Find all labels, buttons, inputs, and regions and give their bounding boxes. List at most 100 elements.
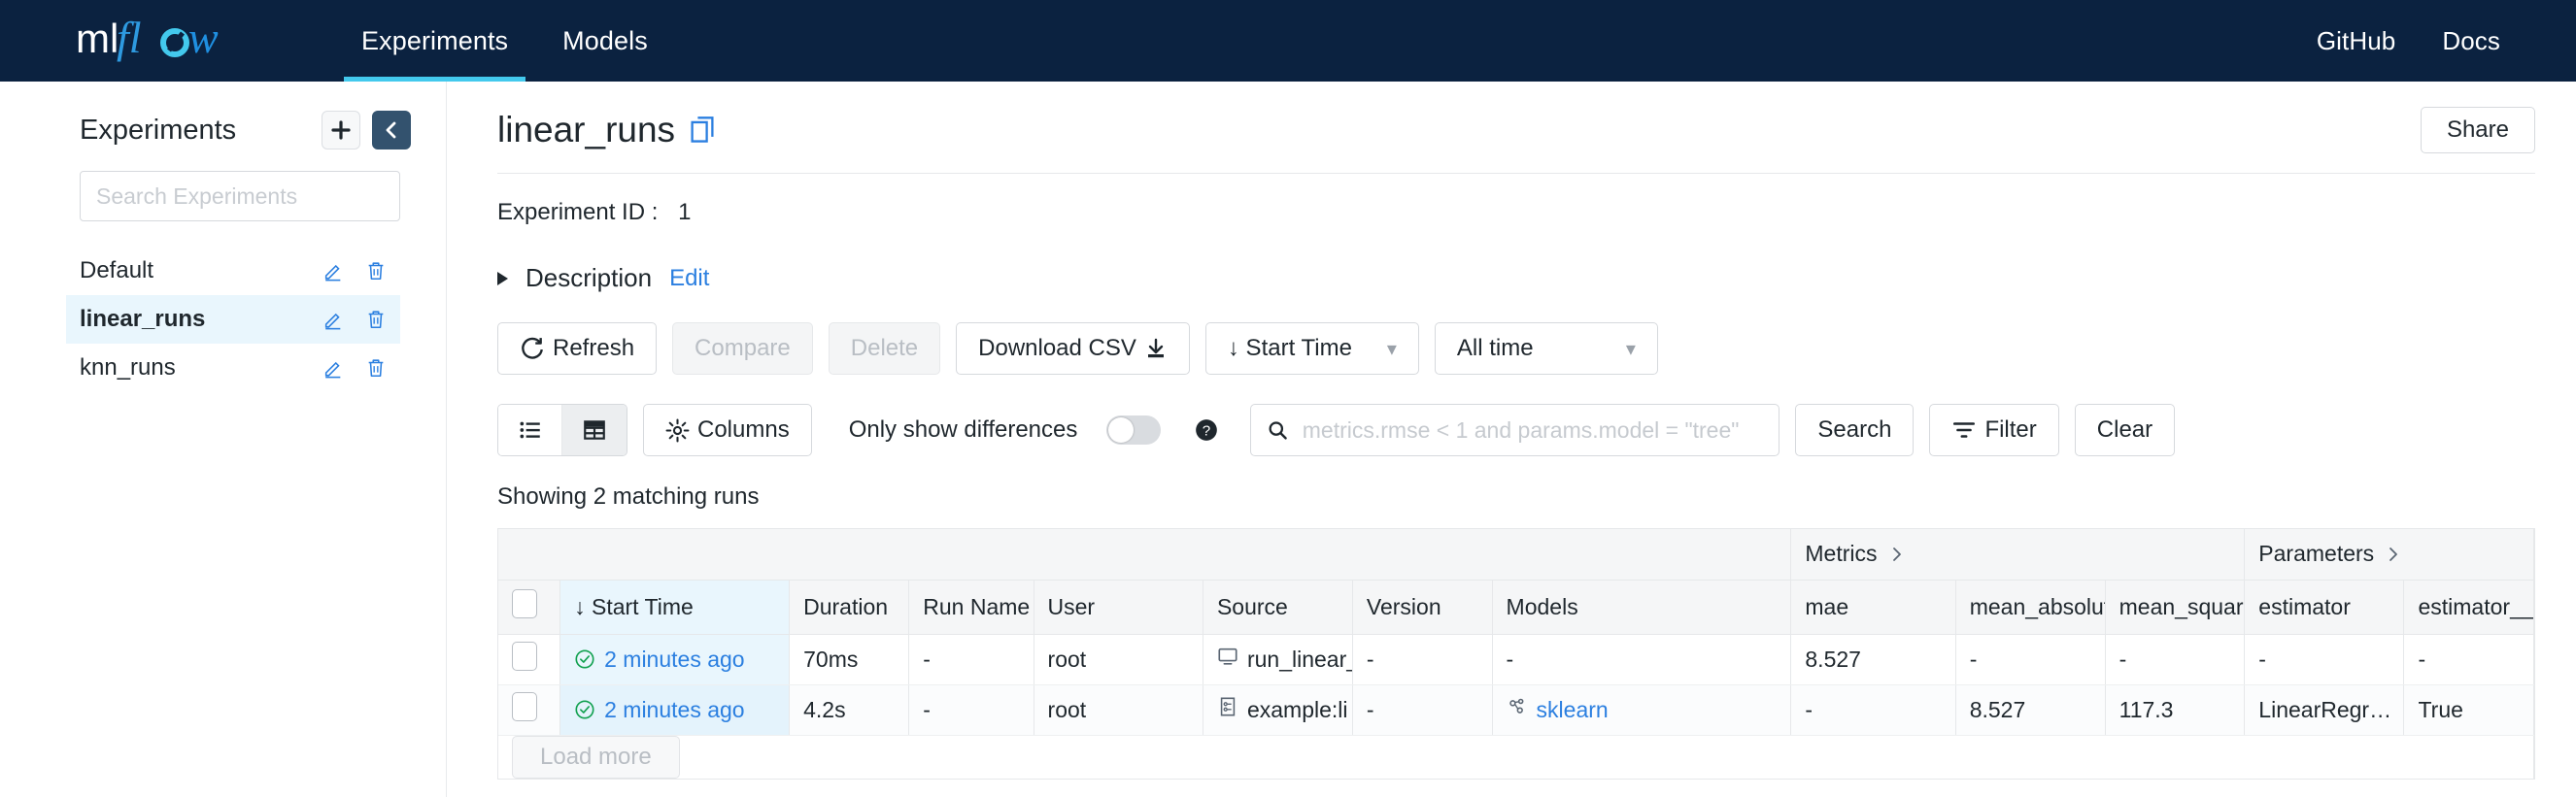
cell-mae: 8.527 [1790,634,1956,685]
sort-select-value: ↓ Start Time [1227,335,1352,361]
experiment-row-actions [322,260,387,282]
chevron-right-icon [1892,547,1901,561]
column-header-duration[interactable]: Duration [789,580,910,635]
monitor-icon [1217,646,1238,673]
share-button[interactable]: Share [2420,107,2535,153]
matching-runs-count: Showing 2 matching runs [497,483,760,510]
table-row[interactable]: 2 minutes ago 70ms - root run_linear_ - … [498,634,2534,685]
table-row[interactable]: 2 minutes ago 4.2s - root example:li - s… [498,684,2534,736]
sort-select[interactable]: ↓ Start Time ▾ [1204,322,1419,375]
cell-version: - [1352,684,1493,736]
column-header-source[interactable]: Source [1203,580,1353,635]
only-show-differences-toggle[interactable] [1106,415,1162,445]
column-header-estimator-c[interactable]: estimator__c [2403,580,2534,635]
nav-link-docs[interactable]: Docs [2424,26,2518,56]
question-circle-icon: ? [1196,419,1218,441]
compare-button[interactable]: Compare [672,322,813,375]
column-header-models[interactable]: Models [1492,580,1792,635]
trash-icon [368,311,384,329]
description-row: Description Edit [497,263,2576,293]
row-checkbox[interactable] [512,642,537,671]
expand-description-caret-icon[interactable] [497,271,508,285]
experiment-search-input[interactable] [94,182,386,211]
download-csv-button[interactable]: Download CSV [956,322,1190,375]
column-header-mae[interactable]: mae [1790,580,1956,635]
list-view-button[interactable] [498,405,562,455]
nav-link-github-label: GitHub [2316,25,2396,55]
refresh-button[interactable]: Refresh [497,322,658,375]
copy-experiment-name-button[interactable] [689,116,716,145]
cell-mean-squared: - [2105,634,2246,685]
delete-runs-button-label: Delete [850,335,919,361]
time-filter-select-value: All time [1456,335,1534,361]
copy-icon [691,116,714,143]
run-start-time-link[interactable]: 2 minutes ago [604,697,744,723]
column-group-parameters[interactable]: Parameters [2244,529,2534,581]
column-header-estimator[interactable]: estimator [2244,580,2405,635]
columns-button[interactable]: Columns [643,404,812,456]
runs-search-input[interactable] [1300,415,1764,445]
column-header-start-time[interactable]: ↓ Start Time [559,580,791,635]
refresh-button-label: Refresh [553,335,635,361]
create-experiment-button[interactable] [322,111,360,149]
run-start-time-link[interactable]: 2 minutes ago [604,647,744,673]
download-icon [1147,338,1164,358]
filter-button[interactable]: Filter [1929,404,2059,456]
nav-link-models[interactable]: Models [545,0,665,82]
collapse-sidebar-button[interactable] [372,111,411,149]
column-header-user[interactable]: User [1034,580,1203,635]
mlflow-logo[interactable]: ml fl w [76,0,280,82]
edit-experiment-icon[interactable] [322,260,344,282]
experiment-list-item-default[interactable]: Default [66,247,400,295]
experiment-list-item-linear-runs[interactable]: linear_runs [66,295,400,344]
select-all-checkbox[interactable] [512,589,537,618]
help-icon[interactable]: ? [1194,417,1219,443]
edit-description-link[interactable]: Edit [669,265,709,292]
delete-experiment-icon[interactable] [365,260,387,282]
trash-icon [368,262,384,281]
runs-search-box[interactable] [1250,404,1780,456]
edit-experiment-icon[interactable] [322,357,344,379]
cell-mean-absolute: 8.527 [1955,684,2106,736]
status-success-icon [574,699,595,720]
column-group-metrics[interactable]: Metrics [1790,529,2246,581]
nav-link-github[interactable]: GitHub [2299,26,2414,56]
cell-user: root [1034,684,1203,736]
column-header-mean-squared[interactable]: mean_squared [2105,580,2246,635]
cell-models: - [1492,634,1792,685]
delete-runs-button[interactable]: Delete [828,322,941,375]
experiment-name: linear_runs [80,306,206,332]
chevron-down-icon: ▾ [1386,338,1397,360]
filter-icon [1953,422,1976,438]
column-header-mean-absolute[interactable]: mean_absolute [1955,580,2106,635]
cell-estimator: - [2244,634,2405,685]
experiment-name: Default [80,257,154,283]
primary-nav: Experiments Models [334,0,675,82]
gear-icon [665,418,690,442]
row-select-cell [498,634,561,685]
row-checkbox[interactable] [512,692,537,721]
nav-link-models-label: Models [562,25,648,55]
experiment-list-item-knn-runs[interactable]: knn_runs [66,344,400,392]
column-header-version[interactable]: Version [1352,580,1493,635]
header-divider [497,173,2535,174]
search-button[interactable]: Search [1795,404,1915,456]
sidebar-actions [322,111,411,149]
experiment-search-box[interactable] [80,171,400,221]
experiment-row-actions [322,357,387,379]
nav-link-experiments[interactable]: Experiments [344,0,526,82]
load-more-button[interactable]: Load more [512,735,680,778]
cell-models-link[interactable]: sklearn [1537,697,1609,723]
chevron-right-icon [2390,547,2398,561]
table-view-button[interactable] [562,405,627,455]
time-filter-select[interactable]: All time ▾ [1434,322,1658,375]
clear-button[interactable]: Clear [2074,404,2176,456]
pencil-icon [324,313,341,330]
experiment-main-panel: linear_runs Share Experiment ID : 1 Desc… [447,82,2576,797]
column-header-run-name[interactable]: Run Name [908,580,1034,635]
delete-experiment-icon[interactable] [365,357,387,379]
edit-experiment-icon[interactable] [322,309,344,330]
clear-button-label: Clear [2096,416,2153,443]
delete-experiment-icon[interactable] [365,309,387,330]
chevron-down-icon: ▾ [1625,338,1636,360]
